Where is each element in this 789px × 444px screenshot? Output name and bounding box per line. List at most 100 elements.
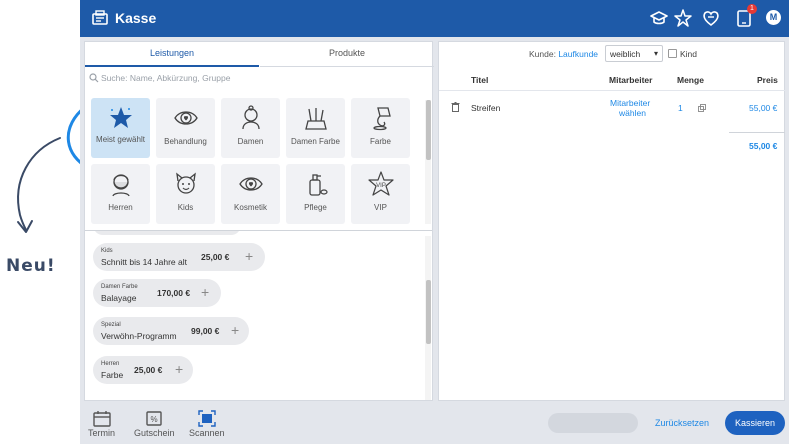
- gender-value: weiblich: [610, 49, 641, 59]
- termin-label: Termin: [88, 428, 116, 438]
- annotation-label: Neu!: [6, 256, 56, 276]
- employee-select-link-2[interactable]: wählen: [619, 108, 646, 118]
- list-item[interactable]: Herren Farbe 25,00 € +: [93, 356, 193, 384]
- eye-heart-icon: [239, 177, 263, 191]
- pos-app-window: Kasse 1 M Leistungen Produkte Suche: Nam…: [80, 0, 789, 444]
- gutschein-label: Gutschein: [134, 428, 175, 438]
- search-input[interactable]: Suche: Name, Abkürzung, Gruppe: [89, 73, 419, 85]
- service-list: Kids Schnitt bis 14 Jahre alt 25,00 € + …: [85, 231, 434, 401]
- quantity-value[interactable]: 1: [678, 103, 683, 113]
- tile-vip[interactable]: VIP VIP: [351, 164, 410, 224]
- trash-icon[interactable]: [451, 102, 460, 112]
- service-category: Kids: [101, 248, 113, 254]
- tile-damen[interactable]: Damen: [221, 98, 280, 158]
- search-icon: [89, 73, 99, 83]
- top-bar: Kasse 1 M: [80, 0, 789, 37]
- service-name: Farbe: [101, 370, 124, 380]
- bottle-icon: [309, 174, 328, 196]
- gender-select[interactable]: weiblich ▾: [605, 45, 663, 62]
- vip-star-icon: VIP: [368, 171, 394, 196]
- gutschein-button[interactable]: % Gutschein: [134, 410, 175, 438]
- category-grid: Meist gewählt Behandlung Damen Damen Far…: [85, 92, 434, 224]
- table-row: Streifen Mitarbeiter wählen 1 55,00 €: [439, 92, 786, 130]
- customer-link[interactable]: Laufkunde: [558, 49, 598, 59]
- service-category: Herren: [101, 361, 120, 367]
- tile-label: Kids: [177, 203, 194, 212]
- tab-bar: Leistungen Produkte: [85, 42, 434, 67]
- add-icon[interactable]: +: [231, 322, 239, 338]
- search-placeholder: Suche: Name, Abkürzung, Gruppe: [101, 73, 231, 83]
- row-price: 55,00 €: [749, 103, 778, 113]
- heart-shield-icon[interactable]: [702, 9, 720, 27]
- scannen-label: Scannen: [189, 428, 225, 438]
- tile-behandlung[interactable]: Behandlung: [156, 98, 215, 158]
- termin-button[interactable]: Termin: [88, 410, 115, 438]
- employee-select-link[interactable]: Mitarbeiter: [610, 98, 650, 108]
- service-category: Spezial: [101, 322, 121, 328]
- add-icon[interactable]: +: [175, 361, 183, 377]
- table-header: Titel Mitarbeiter Menge Preis: [439, 69, 786, 91]
- scrollbar-thumb[interactable]: [426, 280, 431, 344]
- column-preis: Preis: [757, 75, 778, 85]
- tile-farbe[interactable]: Farbe: [351, 98, 410, 158]
- tile-herren[interactable]: Herren: [91, 164, 150, 224]
- list-item[interactable]: Spezial Verwöhn-Programm 99,00 € +: [93, 317, 249, 345]
- brushes-icon: [305, 108, 327, 130]
- list-item[interactable]: Kids Schnitt bis 14 Jahre alt 25,00 € +: [93, 243, 265, 271]
- list-item-partial[interactable]: [93, 231, 241, 235]
- tab-leistungen[interactable]: Leistungen: [85, 42, 259, 67]
- cart-total: 55,00 €: [749, 141, 778, 151]
- service-price: 99,00 €: [191, 326, 220, 336]
- category-scrollbar[interactable]: [425, 100, 431, 224]
- tile-label: Damen: [237, 137, 264, 146]
- svg-text:%: %: [151, 415, 158, 424]
- barcode-scan-icon: [198, 410, 216, 427]
- copy-icon[interactable]: [698, 104, 706, 112]
- tile-label: Pflege: [304, 203, 327, 212]
- voucher-icon: %: [146, 411, 162, 426]
- column-titel: Titel: [471, 75, 489, 85]
- tile-pflege[interactable]: Pflege: [286, 164, 345, 224]
- notification-badge: 1: [747, 4, 757, 14]
- service-name: Verwöhn-Programm: [101, 331, 177, 341]
- pay-button[interactable]: Kassieren: [725, 411, 785, 435]
- divider: [729, 132, 785, 133]
- scrollbar-thumb[interactable]: [426, 100, 431, 160]
- avatar[interactable]: M: [766, 10, 781, 25]
- tile-kids[interactable]: Kids: [156, 164, 215, 224]
- tile-label: Behandlung: [164, 137, 207, 146]
- pending-button-placeholder: [548, 413, 638, 433]
- scannen-button[interactable]: Scannen: [189, 410, 225, 438]
- kind-checkbox[interactable]: [668, 49, 677, 58]
- tile-meist-gewaehlt[interactable]: Meist gewählt: [91, 98, 150, 158]
- kasse-icon: [92, 10, 108, 25]
- tile-label: Damen Farbe: [291, 137, 340, 146]
- eye-heart-icon: [174, 111, 198, 125]
- tile-label: Meist gewählt: [96, 135, 145, 144]
- cart-panel: Kunde: Laufkunde weiblich ▾ Kind Titel M…: [438, 41, 786, 401]
- kind-label: Kind: [680, 49, 698, 59]
- service-scrollbar[interactable]: [425, 236, 431, 400]
- add-icon[interactable]: +: [245, 248, 253, 264]
- tile-kosmetik[interactable]: Kosmetik: [221, 164, 280, 224]
- graduation-cap-icon[interactable]: [650, 9, 668, 27]
- tile-label: Kosmetik: [234, 203, 267, 212]
- screenshot-stage: Neu! Kasse 1 M Leistungen Produkte Suche…: [0, 0, 789, 444]
- service-category: Damen Farbe: [101, 284, 138, 290]
- customer-field: Kunde: Laufkunde: [529, 49, 598, 59]
- star-sparkle-icon[interactable]: [674, 9, 692, 27]
- reset-button[interactable]: Zurücksetzen: [655, 418, 709, 428]
- tab-produkte[interactable]: Produkte: [260, 42, 434, 67]
- tile-label: Farbe: [370, 137, 391, 146]
- woman-icon: [242, 105, 260, 130]
- tile-label: Herren: [108, 203, 133, 212]
- service-price: 170,00 €: [157, 288, 191, 298]
- tile-damen-farbe[interactable]: Damen Farbe: [286, 98, 345, 158]
- add-icon[interactable]: +: [201, 284, 209, 300]
- service-name: Schnitt bis 14 Jahre alt: [101, 257, 187, 267]
- list-item[interactable]: Damen Farbe Balayage 170,00 € +: [93, 279, 221, 307]
- chevron-down-icon: ▾: [653, 49, 658, 58]
- tile-label: VIP: [374, 203, 387, 212]
- paint-pour-icon: [373, 107, 391, 131]
- svg-text:VIP: VIP: [376, 183, 386, 189]
